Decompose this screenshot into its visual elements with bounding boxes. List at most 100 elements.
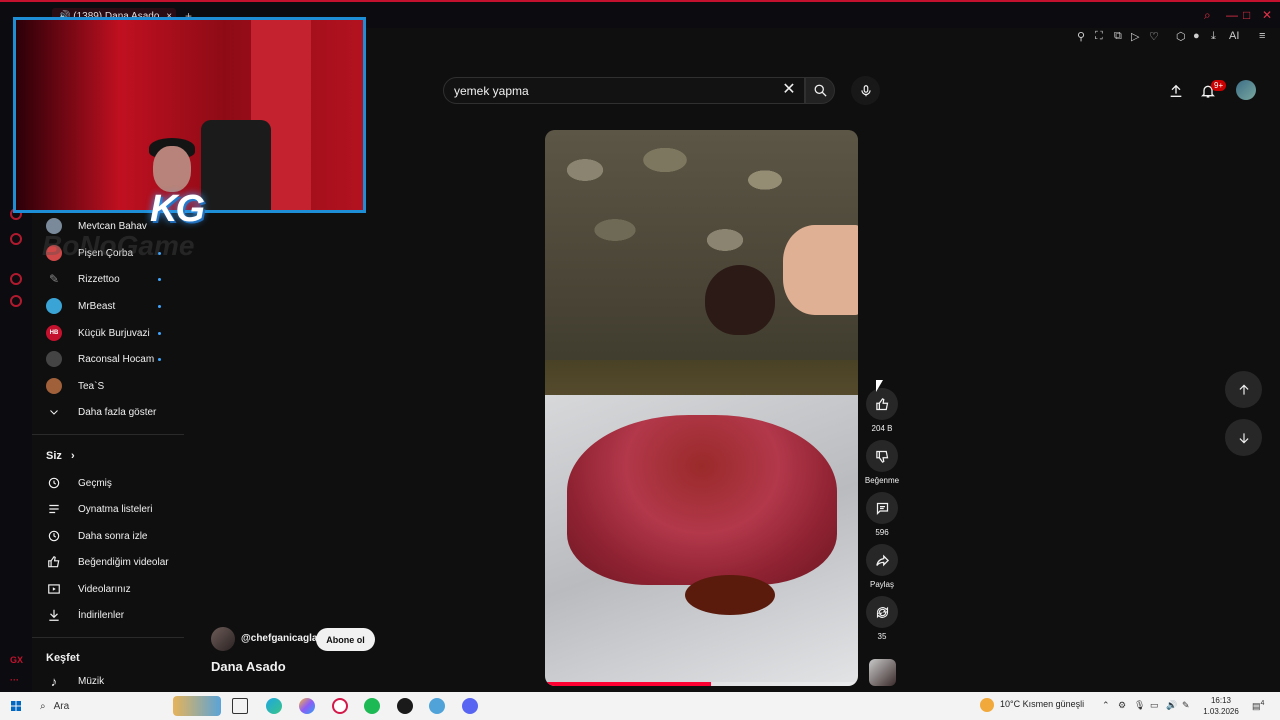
comments-button[interactable] <box>866 492 898 524</box>
sidebar-item-watch-later[interactable]: Daha sonra izle <box>46 525 186 547</box>
subscription-label: MrBeast <box>78 300 116 312</box>
screen: 🔊 (1389) Dana Asado × + ⌕ — □ ✕ ⚲ ⛶ ⧉ ▷ … <box>0 0 1280 720</box>
subscribe-button[interactable]: Abone ol <box>316 628 375 651</box>
video-progress-bar[interactable] <box>545 682 858 686</box>
volume-icon[interactable]: 🔊 <box>1166 700 1177 711</box>
search-tabs-icon[interactable]: ⌕ <box>1204 8 1211 23</box>
sound-thumbnail[interactable] <box>869 659 896 686</box>
sidebar-item-downloads[interactable]: İndirilenler <box>46 604 186 626</box>
channel-avatar <box>46 351 62 367</box>
tabs-icon[interactable]: ⧉ <box>1114 30 1122 43</box>
clock[interactable]: 16:13 1.03.2026 <box>1196 695 1246 717</box>
weather-text: 10°C Kısmen güneşli <box>1000 699 1085 709</box>
microphone-icon <box>860 84 871 96</box>
pen-icon[interactable]: ✎ <box>1182 700 1190 711</box>
spotify-icon[interactable] <box>364 698 380 714</box>
show-more-button[interactable]: Daha fazla göster <box>46 401 186 423</box>
minimize-icon[interactable]: — <box>1226 8 1238 22</box>
sidebar-item-your-videos[interactable]: Videolarınız <box>46 578 186 600</box>
like-button[interactable] <box>866 388 898 420</box>
windows-start-icon[interactable] <box>10 700 22 712</box>
settings-icon[interactable] <box>10 295 22 307</box>
video-title[interactable]: Dana Asado <box>211 659 286 674</box>
like-count: 204 B <box>871 424 893 433</box>
discord-icon[interactable] <box>462 698 478 714</box>
pin-icon[interactable]: ⚲ <box>1077 30 1085 43</box>
remix-count: 35 <box>877 632 887 641</box>
taskbar-search-banner[interactable] <box>173 696 221 716</box>
menu-icon[interactable]: ≡ <box>1259 30 1265 42</box>
sidebar-item-music[interactable]: ♪ Müzik <box>46 670 186 692</box>
close-window-icon[interactable]: ✕ <box>1262 8 1272 22</box>
clear-search-icon[interactable]: ✕ <box>781 81 797 99</box>
edge-icon[interactable] <box>266 698 282 714</box>
mic-tray-icon[interactable]: 🎙 <box>1134 700 1145 711</box>
sidebar-icon-2[interactable] <box>10 233 22 245</box>
watermark: BoNoGame <box>42 230 195 261</box>
share-icon <box>875 554 889 566</box>
copilot-icon[interactable] <box>299 698 315 714</box>
app-icon-settings[interactable] <box>429 698 445 714</box>
channel-name[interactable]: @chefganicaglar <box>241 633 321 644</box>
sidebar-subscription[interactable]: Raconsal Hocam <box>46 348 186 370</box>
chevron-down-icon <box>46 404 62 420</box>
download-icon[interactable]: ⤓ <box>1211 30 1216 43</box>
clock-icon <box>46 528 62 544</box>
sidebar-item-history[interactable]: Geçmiş <box>46 472 186 494</box>
sidebar-subscription[interactable]: Tea`S <box>46 375 186 397</box>
tray-icon[interactable]: ⚙ <box>1118 700 1126 711</box>
more-icon[interactable]: ··· <box>10 675 19 685</box>
clock-date: 1.03.2026 <box>1203 707 1239 716</box>
extensions-icon[interactable]: ⬡ <box>1176 30 1186 43</box>
voice-search-button[interactable] <box>851 76 880 105</box>
snapshot-icon[interactable]: ⛶ <box>1095 30 1103 43</box>
network-icon[interactable]: ▭ <box>1150 700 1159 711</box>
tray-overflow-icon[interactable]: ⌃ <box>1102 700 1110 711</box>
you-section-title[interactable]: Siz › <box>46 450 75 462</box>
sidebar-subscription[interactable]: HB Küçük Burjuvazi <box>46 322 186 344</box>
taskbar: ⌕ Ara 10°C Kısmen güneşli ⌃ ⚙ 🎙 ▭ 🔊 ✎ 16… <box>0 692 1280 720</box>
sidebar-item-playlists[interactable]: Oynatma listeleri <box>46 498 186 520</box>
previous-short-button[interactable] <box>1225 371 1262 408</box>
channel-avatar[interactable] <box>211 627 235 651</box>
heart-icon[interactable]: ♡ <box>1149 30 1159 43</box>
new-content-dot <box>158 358 161 361</box>
you-section-label: Siz <box>46 450 62 462</box>
weather-widget[interactable]: 10°C Kısmen güneşli <box>1000 699 1084 709</box>
streamer-face <box>153 146 191 192</box>
ai-button[interactable]: AI <box>1229 30 1239 42</box>
shorts-video-player[interactable] <box>545 130 858 686</box>
sidebar-subscription[interactable]: ✎ Rizzettoo <box>46 268 186 290</box>
ai-label: AI <box>1229 30 1240 42</box>
channel-avatar <box>46 298 62 314</box>
next-short-button[interactable] <box>1225 419 1262 456</box>
dislike-button[interactable] <box>866 440 898 472</box>
search-input[interactable]: yemek yapma <box>443 77 805 104</box>
maximize-icon[interactable]: □ <box>1243 8 1250 22</box>
collections-icon[interactable]: ▷ <box>1131 30 1139 43</box>
gx-label: GX <box>10 655 24 665</box>
app-icon-dark[interactable] <box>397 698 413 714</box>
sidebar-icon-3[interactable] <box>10 273 22 285</box>
sidebar-subscription[interactable]: MrBeast <box>46 295 186 317</box>
new-content-dot <box>158 305 161 308</box>
search-button[interactable] <box>805 77 835 104</box>
share-button[interactable] <box>866 544 898 576</box>
feather-icon: ✎ <box>48 272 60 286</box>
opera-gx-icon[interactable] <box>332 698 348 714</box>
video-icon <box>46 581 62 597</box>
account-avatar[interactable] <box>1236 80 1256 100</box>
sidebar-item-liked-videos[interactable]: Beğendiğim videolar <box>46 551 186 573</box>
video-frame-hand <box>783 225 858 315</box>
thumbs-up-icon <box>875 397 888 410</box>
notifications-icon[interactable]: ▤4 <box>1252 700 1264 712</box>
remix-button[interactable] <box>866 596 898 628</box>
task-view-icon[interactable] <box>232 698 248 714</box>
search-icon <box>814 84 827 97</box>
create-button[interactable] <box>1165 80 1187 102</box>
profile-icon[interactable]: ● <box>1193 30 1200 42</box>
chevron-right-icon: › <box>70 450 75 462</box>
download-icon <box>46 607 62 623</box>
clock-time: 16:13 <box>1210 696 1232 705</box>
thumbs-up-icon <box>46 554 62 570</box>
